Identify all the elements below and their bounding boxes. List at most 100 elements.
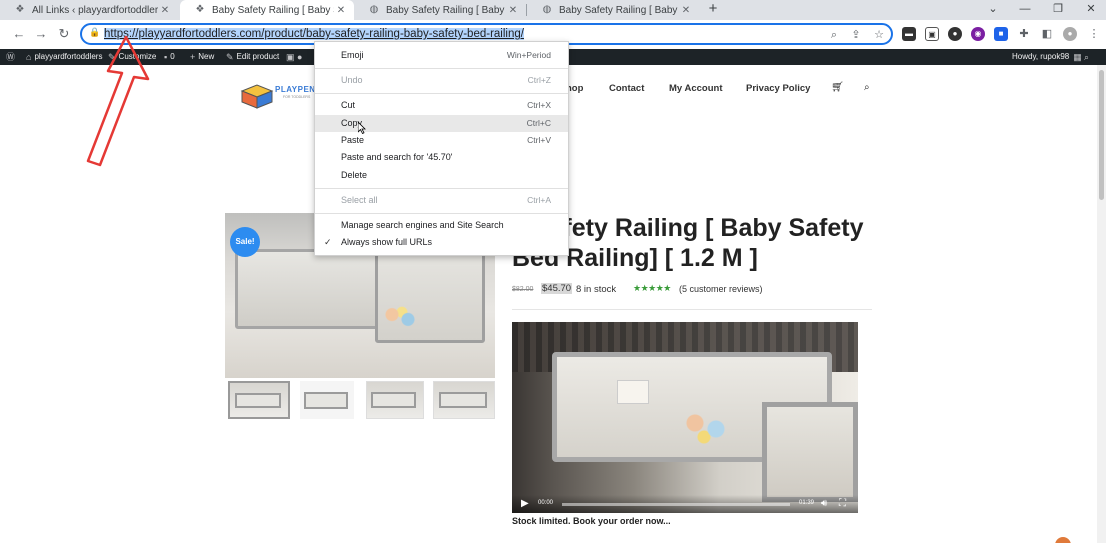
menu-item-label: Undo bbox=[341, 75, 363, 85]
wp-comments-count: 0 bbox=[170, 52, 175, 61]
extension-5-icon[interactable]: ■ bbox=[994, 27, 1008, 41]
menu-item-label: Cut bbox=[341, 100, 356, 110]
sale-price: $45.70 bbox=[541, 283, 573, 294]
wordpress-logo-icon[interactable]: Ⓦ bbox=[6, 49, 18, 65]
video-progress-bar[interactable] bbox=[562, 503, 790, 506]
minimize-button[interactable]: — bbox=[1014, 0, 1036, 20]
nav-privacy-policy[interactable]: Privacy Policy bbox=[746, 83, 810, 94]
wp-howdy[interactable]: Howdy, rupok98 ▦ bbox=[1012, 49, 1085, 65]
stock-status: 8 in stock bbox=[576, 284, 617, 295]
site-favicon-icon: ❖ bbox=[15, 4, 25, 15]
rating-stars-icon: ★★★★★ bbox=[633, 283, 671, 293]
menu-item-manage-search-engines[interactable]: Manage search engines and Site Search bbox=[315, 217, 568, 234]
wp-edit-label: Edit product bbox=[236, 52, 280, 61]
share-icon[interactable]: ⇪ bbox=[849, 28, 863, 42]
menu-separator bbox=[315, 68, 568, 69]
nav-my-account[interactable]: My Account bbox=[669, 83, 722, 94]
product-title: y Safety Railing [ Baby Safety Bed Raili… bbox=[512, 214, 864, 272]
context-menu: Emoji Win+Period Undo Ctrl+Z Cut Ctrl+X … bbox=[314, 41, 569, 256]
menu-item-shortcut: Ctrl+A bbox=[527, 195, 551, 205]
close-icon[interactable]: ✕ bbox=[334, 5, 348, 16]
url-text[interactable]: https://playyardfortoddlers.com/product/… bbox=[104, 27, 524, 41]
play-icon[interactable]: ▶ bbox=[521, 498, 529, 509]
extensions-puzzle-icon[interactable]: ✚ bbox=[1017, 27, 1031, 41]
menu-item-undo[interactable]: Undo Ctrl+Z bbox=[315, 72, 568, 89]
menu-item-paste-search[interactable]: Paste and search for '45.70' bbox=[315, 149, 568, 166]
menu-item-shortcut: Win+Period bbox=[506, 50, 551, 60]
side-panel-icon[interactable]: ◧ bbox=[1040, 27, 1054, 41]
product-tag-image bbox=[617, 380, 649, 404]
forward-button[interactable]: → bbox=[32, 25, 50, 43]
extension-3-icon[interactable]: ● bbox=[948, 27, 962, 41]
tab-title: Baby Safety Railing [ Baby Safety bbox=[212, 4, 334, 16]
extension-2-icon[interactable]: ▣ bbox=[925, 27, 939, 41]
menu-separator bbox=[315, 93, 568, 94]
nav-contact[interactable]: Contact bbox=[609, 83, 644, 94]
close-icon[interactable]: ✕ bbox=[679, 5, 693, 16]
playpen-logo-icon[interactable] bbox=[240, 83, 274, 109]
wp-new-link[interactable]: + New bbox=[190, 49, 214, 65]
restore-button[interactable]: ❐ bbox=[1047, 0, 1069, 20]
chat-widget-icon[interactable] bbox=[1055, 537, 1071, 543]
wp-new-label: New bbox=[198, 52, 215, 61]
tab-strip: ❖ All Links ‹ playyardfortoddlers — ✕ ❖ … bbox=[0, 0, 1106, 20]
logo-text: PLAYPEN bbox=[275, 85, 316, 94]
extension-4-icon[interactable]: ◉ bbox=[971, 27, 985, 41]
menu-item-copy[interactable]: Copy Ctrl+C bbox=[315, 115, 568, 132]
search-icon[interactable]: ⌕ bbox=[864, 82, 870, 93]
wp-plugin-icon[interactable]: ▣ ● bbox=[286, 49, 305, 65]
product-thumbnail[interactable] bbox=[300, 381, 354, 419]
close-icon[interactable]: ✕ bbox=[506, 5, 520, 16]
menu-item-cut[interactable]: Cut Ctrl+X bbox=[315, 97, 568, 114]
user-avatar: ▦ bbox=[1073, 52, 1082, 62]
profile-avatar[interactable]: ● bbox=[1063, 27, 1077, 41]
tab-product-active[interactable]: ❖ Baby Safety Railing [ Baby Safety ✕ bbox=[180, 0, 354, 20]
menu-item-show-full-urls[interactable]: ✓ Always show full URLs bbox=[315, 234, 568, 251]
sale-badge: Sale! bbox=[230, 227, 260, 257]
plus-icon: + bbox=[190, 52, 196, 62]
tab-search-chevron-icon[interactable]: ⌄ bbox=[982, 0, 1004, 20]
menu-item-delete[interactable]: Delete bbox=[315, 167, 568, 184]
wp-comments-link[interactable]: ▪ 0 bbox=[164, 49, 175, 65]
tab-title: Baby Safety Railing [ Baby Safety bbox=[559, 4, 679, 16]
close-icon[interactable]: ✕ bbox=[158, 5, 172, 16]
product-video[interactable]: ▶ 00:00 01:39 🔊︎ ⛶ bbox=[512, 322, 858, 513]
zoom-search-icon[interactable]: ⌕ bbox=[827, 28, 841, 42]
menu-item-label: Select all bbox=[341, 195, 378, 205]
old-price: $82.00 bbox=[512, 286, 534, 293]
menu-item-label: Delete bbox=[341, 170, 368, 180]
product-thumbnail[interactable] bbox=[228, 381, 290, 419]
tab-product-3[interactable]: ◍ Baby Safety Railing [ Baby Safety ✕ bbox=[527, 0, 699, 20]
red-arrow-annotation-icon bbox=[86, 35, 150, 167]
menu-item-select-all[interactable]: Select all Ctrl+A bbox=[315, 192, 568, 209]
menu-item-paste[interactable]: Paste Ctrl+V bbox=[315, 132, 568, 149]
toys-image bbox=[380, 305, 420, 329]
wp-howdy-label: Howdy, rupok98 bbox=[1012, 52, 1070, 61]
bookmark-star-icon[interactable]: ☆ bbox=[872, 28, 886, 42]
menu-item-label: Paste and search for '45.70' bbox=[341, 152, 453, 162]
tab-product-2[interactable]: ◍ Baby Safety Railing [ Baby Safety ✕ bbox=[354, 0, 526, 20]
mouse-cursor-icon bbox=[358, 122, 366, 134]
wp-edit-product-link[interactable]: ✎ Edit product bbox=[226, 49, 279, 65]
cart-icon[interactable]: 🛒︎ bbox=[831, 82, 844, 93]
tab-title: All Links ‹ playyardfortoddlers — bbox=[32, 4, 158, 16]
scrollbar-thumb[interactable] bbox=[1099, 70, 1104, 200]
volume-icon[interactable]: 🔊︎ bbox=[821, 498, 827, 509]
menu-item-shortcut: Ctrl+C bbox=[526, 118, 551, 128]
menu-item-label: Manage search engines and Site Search bbox=[341, 220, 504, 230]
extension-1-icon[interactable]: ▬ bbox=[902, 27, 916, 41]
back-button[interactable]: ← bbox=[10, 25, 28, 43]
video-bed-rail-side bbox=[762, 402, 858, 502]
product-thumbnail[interactable] bbox=[433, 381, 495, 419]
logo-subtext: FOR TODDLERS bbox=[283, 95, 311, 99]
menu-kebab-icon[interactable]: ⋮ bbox=[1087, 27, 1101, 41]
tab-all-links[interactable]: ❖ All Links ‹ playyardfortoddlers — ✕ bbox=[0, 0, 178, 20]
new-tab-button[interactable]: + bbox=[705, 0, 721, 20]
menu-item-label: Emoji bbox=[341, 50, 364, 60]
wp-search-icon[interactable]: ⌕ bbox=[1084, 49, 1092, 65]
reviews-link[interactable]: (5 customer reviews) bbox=[679, 284, 763, 294]
menu-item-emoji[interactable]: Emoji Win+Period bbox=[315, 47, 568, 64]
fullscreen-icon[interactable]: ⛶ bbox=[839, 498, 846, 509]
product-thumbnail[interactable] bbox=[366, 381, 424, 419]
close-window-button[interactable]: ✕ bbox=[1080, 0, 1102, 20]
